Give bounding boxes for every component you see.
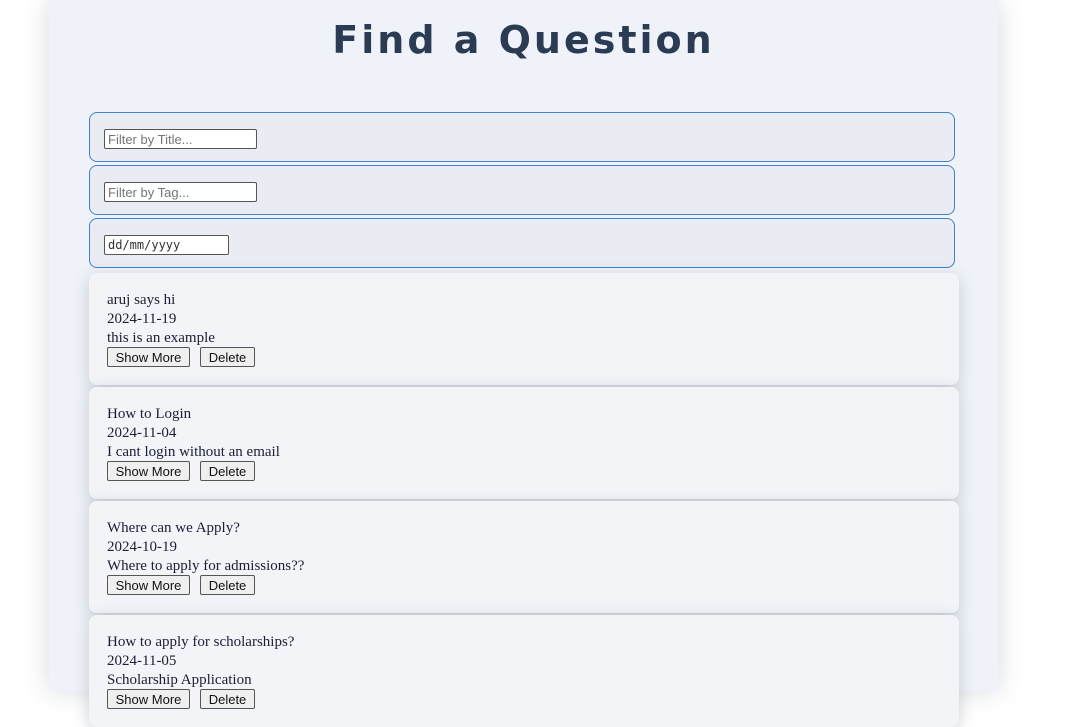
question-date: 2024-10-19 xyxy=(107,539,177,555)
tag-filter-input[interactable] xyxy=(104,182,257,202)
question-title: How to apply for scholarships? xyxy=(107,634,295,650)
question-card: Where can we Apply? 2024-10-19 Where to … xyxy=(89,501,959,613)
date-filter-input[interactable] xyxy=(104,235,229,255)
delete-button[interactable]: Delete xyxy=(200,575,255,595)
question-card: How to apply for scholarships? 2024-11-0… xyxy=(89,615,959,727)
question-date: 2024-11-05 xyxy=(107,653,177,669)
tag-filter-container xyxy=(89,165,955,215)
question-body: I cant login without an email xyxy=(107,444,280,460)
question-date: 2024-11-19 xyxy=(107,311,177,327)
title-filter-input[interactable] xyxy=(104,129,257,149)
delete-button[interactable]: Delete xyxy=(200,347,255,367)
question-body: Where to apply for admissions?? xyxy=(107,558,305,574)
show-more-button[interactable]: Show More xyxy=(107,575,190,595)
main-panel: Find a Question aruj says hi 2024-11-19 … xyxy=(49,0,998,727)
delete-button[interactable]: Delete xyxy=(200,461,255,481)
question-body: this is an example xyxy=(107,330,215,346)
question-date: 2024-11-04 xyxy=(107,425,177,441)
delete-button[interactable]: Delete xyxy=(200,689,255,709)
question-card: How to Login 2024-11-04 I cant login wit… xyxy=(89,387,959,499)
question-title: aruj says hi xyxy=(107,292,176,308)
show-more-button[interactable]: Show More xyxy=(107,461,190,481)
title-filter-container xyxy=(89,112,955,162)
question-title: Where can we Apply? xyxy=(107,520,240,536)
question-card: aruj says hi 2024-11-19 this is an examp… xyxy=(89,273,959,385)
question-body: Scholarship Application xyxy=(107,672,252,688)
show-more-button[interactable]: Show More xyxy=(107,689,190,709)
date-filter-container xyxy=(89,218,955,268)
page-title: Find a Question xyxy=(332,18,715,62)
show-more-button[interactable]: Show More xyxy=(107,347,190,367)
question-title: How to Login xyxy=(107,406,192,422)
